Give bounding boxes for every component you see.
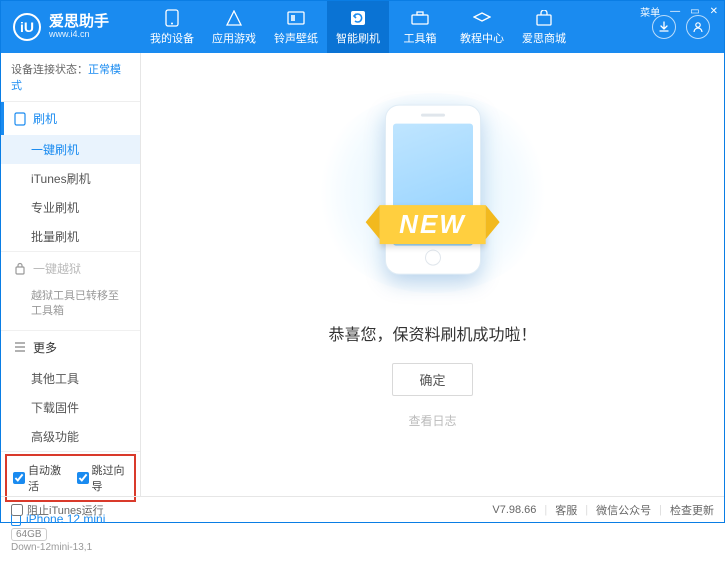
auto-activate-input[interactable] bbox=[13, 472, 25, 484]
nav-label: 铃声壁纸 bbox=[274, 30, 318, 46]
sidebar-head-label: 一键越狱 bbox=[33, 260, 81, 277]
sidebar-item-advanced[interactable]: 高级功能 bbox=[1, 422, 140, 451]
body: 设备连接状态：正常模式 刷机 一键刷机 iTunes刷机 专业刷机 批量刷机 一… bbox=[1, 53, 724, 496]
nav-label: 爱思商城 bbox=[522, 30, 566, 46]
nav-toolbox[interactable]: 工具箱 bbox=[389, 1, 451, 53]
device-firmware: Down-12mini-13,1 bbox=[11, 542, 130, 553]
block-itunes-checkbox[interactable] bbox=[11, 504, 23, 516]
nav-my-device[interactable]: 我的设备 bbox=[141, 1, 203, 53]
sidebar-flash-group: 刷机 一键刷机 iTunes刷机 专业刷机 批量刷机 bbox=[1, 102, 140, 252]
tutorial-icon bbox=[472, 9, 492, 27]
main-content: NEW 恭喜您，保资料刷机成功啦！ 确定 查看日志 bbox=[141, 53, 724, 496]
nav-tutorials[interactable]: 教程中心 bbox=[451, 1, 513, 53]
logo-icon: iU bbox=[13, 13, 41, 41]
ribbon-text: NEW bbox=[379, 205, 486, 244]
sidebar-head-jailbreak: 一键越狱 bbox=[1, 252, 140, 285]
sidebar-head-more[interactable]: 更多 bbox=[1, 331, 140, 364]
minimize-icon[interactable]: — bbox=[670, 6, 680, 17]
wallpaper-icon bbox=[286, 9, 306, 27]
support-link[interactable]: 客服 bbox=[555, 502, 577, 518]
window-controls: 菜单 — ▭ ✕ bbox=[640, 4, 718, 19]
close-icon[interactable]: ✕ bbox=[710, 6, 718, 17]
highlighted-options: 自动激活 跳过向导 bbox=[5, 454, 136, 502]
checkbox-skip-guide[interactable]: 跳过向导 bbox=[77, 462, 129, 494]
menu-icon[interactable]: 菜单 bbox=[640, 4, 660, 19]
phone-small-icon bbox=[13, 112, 27, 126]
app-window: 菜单 — ▭ ✕ iU 爱思助手 www.i4.cn 我的设备 应用游戏 铃声壁 bbox=[0, 0, 725, 523]
sidebar-item-oneclick-flash[interactable]: 一键刷机 bbox=[1, 135, 140, 164]
titlebar: 菜单 — ▭ ✕ iU 爱思助手 www.i4.cn 我的设备 应用游戏 铃声壁 bbox=[1, 1, 724, 53]
logo: iU 爱思助手 www.i4.cn bbox=[1, 13, 141, 41]
sidebar-head-label: 刷机 bbox=[33, 110, 57, 127]
sidebar-head-flash[interactable]: 刷机 bbox=[1, 102, 140, 135]
nav-label: 教程中心 bbox=[460, 30, 504, 46]
main-nav: 我的设备 应用游戏 铃声壁纸 智能刷机 工具箱 教程中心 bbox=[141, 1, 652, 53]
nav-label: 我的设备 bbox=[150, 30, 194, 46]
device-storage-badge: 64GB bbox=[11, 528, 47, 541]
lock-icon bbox=[13, 262, 27, 276]
sidebar-jailbreak-group: 一键越狱 越狱工具已转移至工具箱 bbox=[1, 252, 140, 331]
success-message: 恭喜您，保资料刷机成功啦！ bbox=[328, 321, 536, 345]
nav-label: 智能刷机 bbox=[336, 30, 380, 46]
version-label: V7.98.66 bbox=[492, 504, 536, 516]
wechat-link[interactable]: 微信公众号 bbox=[596, 502, 651, 518]
flash-icon bbox=[348, 9, 368, 27]
block-itunes-label: 阻止iTunes运行 bbox=[27, 502, 104, 518]
skip-guide-input[interactable] bbox=[77, 472, 89, 484]
block-itunes-option[interactable]: 阻止iTunes运行 bbox=[11, 502, 104, 518]
sidebar-item-other-tools[interactable]: 其他工具 bbox=[1, 364, 140, 393]
store-icon bbox=[534, 9, 554, 27]
checkbox-auto-activate[interactable]: 自动激活 bbox=[13, 462, 65, 494]
sidebar-item-itunes-flash[interactable]: iTunes刷机 bbox=[1, 164, 140, 193]
sidebar-head-label: 更多 bbox=[33, 339, 57, 356]
nav-store[interactable]: 爱思商城 bbox=[513, 1, 575, 53]
brand-name: 爱思助手 bbox=[49, 14, 109, 31]
nav-apps[interactable]: 应用游戏 bbox=[203, 1, 265, 53]
nav-flash[interactable]: 智能刷机 bbox=[327, 1, 389, 53]
sidebar: 设备连接状态：正常模式 刷机 一键刷机 iTunes刷机 专业刷机 批量刷机 一… bbox=[1, 53, 141, 496]
nav-label: 应用游戏 bbox=[212, 30, 256, 46]
toolbox-icon bbox=[410, 9, 430, 27]
nav-ringtones[interactable]: 铃声壁纸 bbox=[265, 1, 327, 53]
check-update-link[interactable]: 检查更新 bbox=[670, 502, 714, 518]
maximize-icon[interactable]: ▭ bbox=[690, 6, 699, 17]
skip-guide-label: 跳过向导 bbox=[92, 462, 129, 494]
apps-icon bbox=[224, 9, 244, 27]
sidebar-item-batch-flash[interactable]: 批量刷机 bbox=[1, 222, 140, 251]
sidebar-item-download-fw[interactable]: 下载固件 bbox=[1, 393, 140, 422]
phone-graphic bbox=[385, 105, 481, 275]
jailbreak-note: 越狱工具已转移至工具箱 bbox=[31, 289, 126, 320]
statusbar: 阻止iTunes运行 V7.98.66 | 客服 | 微信公众号 | 检查更新 bbox=[1, 496, 724, 522]
ok-button[interactable]: 确定 bbox=[392, 363, 472, 396]
phone-icon bbox=[162, 9, 182, 27]
sidebar-item-pro-flash[interactable]: 专业刷机 bbox=[1, 193, 140, 222]
connection-status: 设备连接状态：正常模式 bbox=[1, 53, 140, 102]
auto-activate-label: 自动激活 bbox=[28, 462, 65, 494]
success-illustration: NEW bbox=[313, 93, 553, 293]
view-log-link[interactable]: 查看日志 bbox=[408, 412, 456, 429]
status-label: 设备连接状态： bbox=[11, 64, 88, 76]
brand-site: www.i4.cn bbox=[49, 30, 109, 40]
nav-label: 工具箱 bbox=[404, 30, 437, 46]
sidebar-more-group: 更多 其他工具 下载固件 高级功能 bbox=[1, 331, 140, 452]
new-ribbon: NEW bbox=[379, 205, 486, 244]
list-icon bbox=[13, 340, 27, 354]
